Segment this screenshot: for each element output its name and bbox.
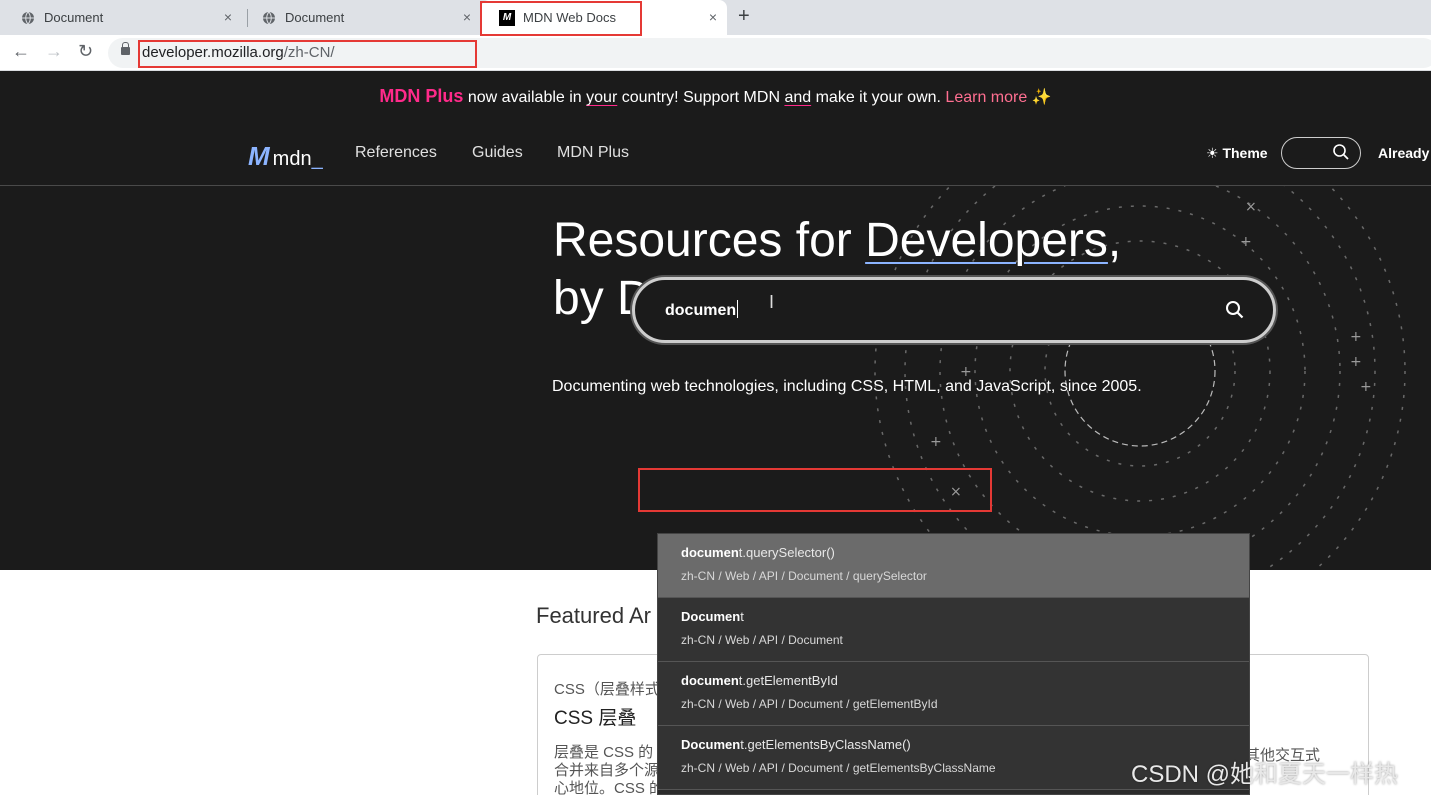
tab-document-2[interactable]: Document ×: [241, 0, 481, 35]
banner-text: and: [784, 89, 812, 106]
address-bar[interactable]: developer.mozilla.org/zh-CN/: [108, 38, 1431, 68]
tab-title: MDN Web Docs: [523, 10, 616, 25]
theme-label: Theme: [1222, 145, 1268, 161]
search-icon: [1332, 143, 1350, 166]
tab-mdn-web-docs[interactable]: M MDN Web Docs ×: [481, 0, 727, 35]
banner-text: now available in: [463, 89, 587, 106]
banner-text: your: [586, 89, 618, 106]
hero-heading-text: Developers: [865, 214, 1108, 267]
learn-more-link[interactable]: Learn more: [945, 89, 1027, 106]
sparkle-icon: ✨: [1031, 89, 1052, 106]
svg-text:×: ×: [950, 484, 962, 500]
nav-references[interactable]: References: [355, 144, 437, 162]
mdn-logo[interactable]: M mdn _: [248, 141, 323, 172]
hero-section: +++ +++ ××× + Resources for Developers, …: [0, 186, 1431, 570]
logo-mark: M: [248, 141, 270, 171]
tab-title: Document: [44, 10, 104, 25]
main-search-box[interactable]: documen I: [632, 277, 1276, 343]
card-excerpt: 层叠是 CSS 的 合并来自多个源 心地位。CSS 的: [554, 744, 665, 795]
csdn-watermark: CSDN @她和夏天一样热: [1131, 761, 1399, 788]
browser-toolbar: ← → ↻ developer.mozilla.org/zh-CN/: [0, 35, 1431, 71]
hero-heading-text: ,: [1107, 214, 1122, 267]
banner-text: make it your own.: [811, 89, 946, 106]
forward-button[interactable]: →: [45, 41, 63, 62]
card-title[interactable]: CSS 层叠: [554, 703, 636, 730]
suggestion-item[interactable]: document.querySelector() zh-CN / Web / A…: [658, 534, 1249, 598]
logo-cursor: _: [311, 148, 323, 170]
svg-text:+: +: [1350, 329, 1362, 345]
svg-text:+: +: [1350, 354, 1362, 370]
nav-guides[interactable]: Guides: [472, 144, 523, 162]
login-link[interactable]: Already: [1378, 145, 1429, 161]
mdn-favicon-icon: M: [499, 9, 515, 26]
hero-heading-text: Resources for: [553, 214, 866, 267]
back-button[interactable]: ←: [12, 41, 30, 62]
search-icon[interactable]: [1225, 300, 1245, 325]
tab-document-1[interactable]: Document ×: [0, 0, 242, 35]
new-tab-button[interactable]: +: [738, 5, 750, 28]
tab-close-button[interactable]: ×: [463, 9, 471, 25]
top-navigation: M mdn _ References Guides MDN Plus ☀ The…: [0, 121, 1431, 186]
header-search-button[interactable]: [1281, 137, 1361, 169]
suggestion-item[interactable]: document.getElementById zh-CN / Web / AP…: [658, 662, 1249, 726]
text-caret: [737, 300, 739, 318]
svg-text:+: +: [930, 434, 942, 450]
text-cursor-icon: I: [769, 292, 775, 312]
search-input[interactable]: documen: [665, 300, 739, 320]
globe-icon: [261, 10, 277, 26]
svg-text:+: +: [1360, 379, 1372, 395]
logo-text: mdn: [272, 148, 312, 170]
tab-title: Document: [285, 10, 345, 25]
svg-text:+: +: [1240, 234, 1252, 250]
theme-button[interactable]: ☀ Theme: [1206, 145, 1268, 162]
suggestion-item[interactable]: Document zh-CN / Web / API / Document: [658, 598, 1249, 662]
card-kicker: CSS（层叠样式: [554, 681, 660, 698]
tab-close-button[interactable]: ×: [224, 9, 232, 25]
svg-text:×: ×: [1245, 199, 1257, 215]
tab-close-button[interactable]: ×: [709, 9, 717, 25]
globe-icon: [20, 10, 36, 26]
mdn-plus-banner: MDN Plus now available in your country! …: [0, 71, 1431, 121]
reload-button[interactable]: ↻: [78, 41, 93, 62]
sun-icon: ☀: [1206, 145, 1219, 161]
browser-tab-strip: Document × Document × M MDN Web Docs × +: [0, 0, 1431, 35]
banner-text: country! Support MDN: [617, 89, 785, 106]
nav-mdn-plus[interactable]: MDN Plus: [557, 144, 629, 162]
banner-mdn-plus[interactable]: MDN Plus: [379, 86, 463, 106]
url-text: developer.mozilla.org/zh-CN/: [142, 44, 335, 61]
hero-subtitle: Documenting web technologies, including …: [552, 378, 1142, 395]
featured-articles-heading: Featured Ar: [536, 603, 651, 628]
lock-icon: [121, 42, 130, 55]
